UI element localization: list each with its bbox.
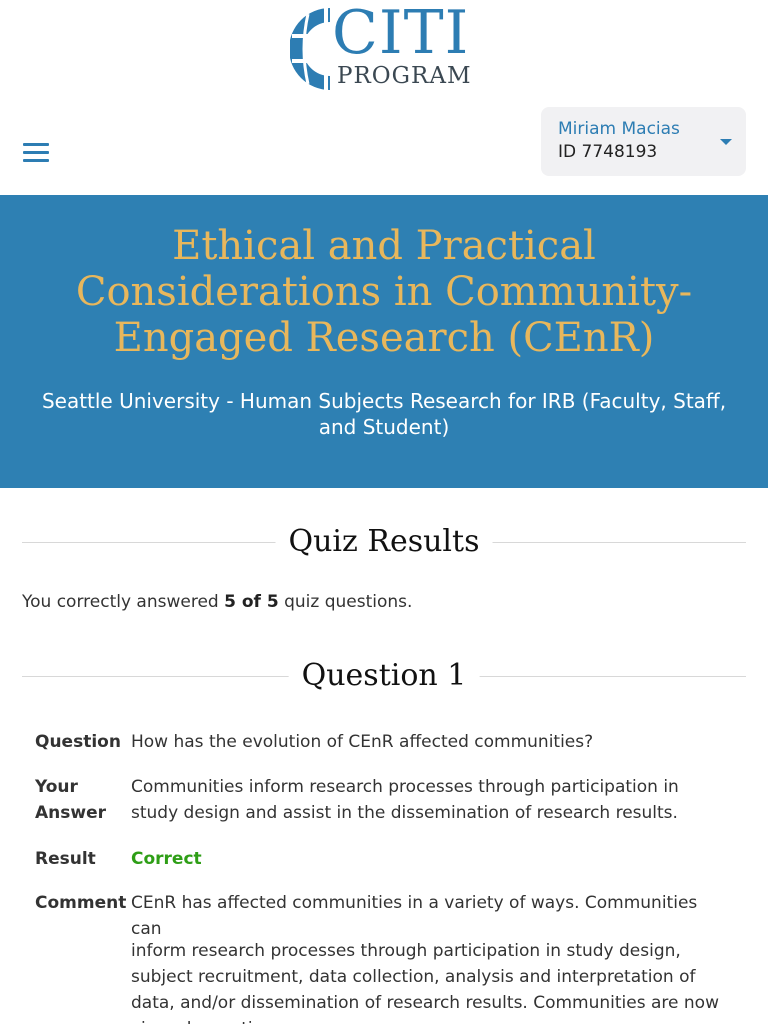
- result-badge: Correct: [131, 849, 202, 869]
- summary-prefix: You correctly answered: [22, 592, 225, 612]
- question-1-heading: Question 1: [22, 656, 746, 696]
- logo-program-text: PROGRAM: [337, 63, 472, 89]
- logo-citi-text: CITI: [332, 0, 470, 68]
- user-menu-button[interactable]: Miriam Macias ID 7748193: [541, 107, 746, 176]
- question-1-title: Question 1: [288, 656, 480, 696]
- answer-text: Communities inform research processes th…: [131, 777, 679, 823]
- course-banner: Ethical and Practical Considerations in …: [0, 195, 768, 488]
- comment-text-line1: CEnR has affected communities in a varie…: [131, 893, 698, 939]
- user-id: ID 7748193: [558, 142, 658, 162]
- quiz-results-title: Quiz Results: [275, 522, 493, 562]
- your-answer-label-line1: Your: [35, 777, 78, 797]
- your-answer-label-line2: Answer: [35, 803, 106, 823]
- score-value: 5 of 5: [224, 592, 279, 612]
- module-title: Ethical and Practical Considerations in …: [75, 223, 693, 361]
- your-answer-label: Your Answer: [35, 774, 125, 826]
- site-header: CITI PROGRAM Miriam Macias ID 7748193: [0, 0, 768, 195]
- question-label: Question: [35, 732, 121, 752]
- user-name: Miriam Macias: [558, 119, 680, 139]
- result-label: Result: [35, 849, 96, 869]
- summary-suffix: quiz questions.: [278, 592, 413, 612]
- hamburger-icon[interactable]: [23, 143, 49, 163]
- question-text: How has the evolution of CEnR affected c…: [131, 732, 594, 752]
- caret-down-icon: [720, 139, 732, 145]
- quiz-results-heading: Quiz Results: [22, 522, 746, 562]
- comment-text-line2: inform research processes through partic…: [131, 941, 719, 1024]
- course-subtitle: Seattle University - Human Subjects Rese…: [41, 389, 727, 439]
- comment-label: Comment: [35, 893, 127, 913]
- score-summary: You correctly answered 5 of 5 quiz quest…: [22, 592, 412, 612]
